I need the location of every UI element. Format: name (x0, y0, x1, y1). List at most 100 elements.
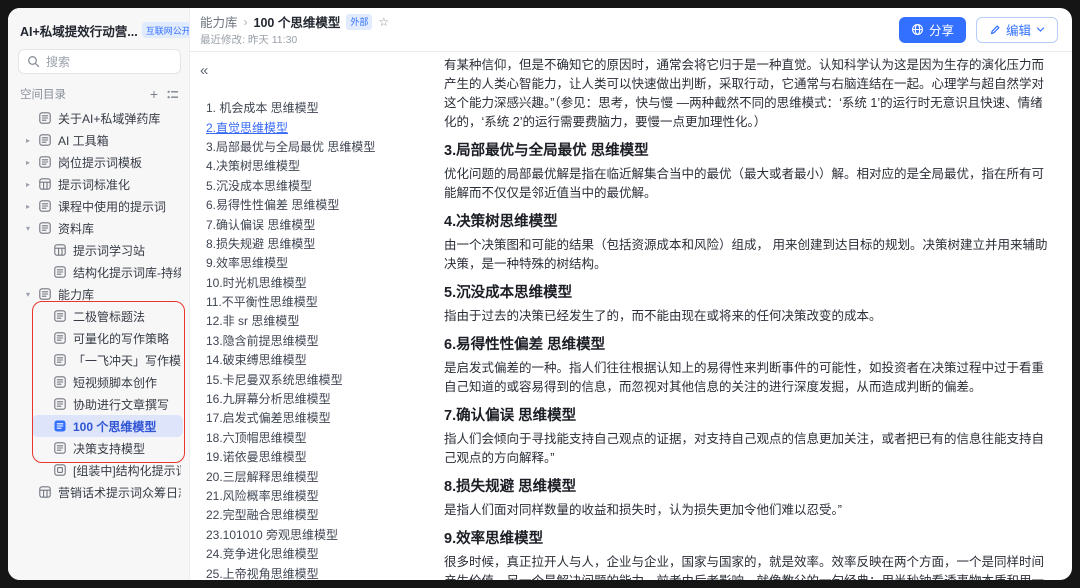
toc-item[interactable]: 14.破束缚思维模型 (200, 350, 444, 369)
sidebar-item[interactable]: 决策支持模型 (18, 437, 181, 459)
document-content: 有某种信仰，但是不确知它的原因时，通常会将它归于是一种直觉。认知科学认为这是因为… (444, 52, 1072, 580)
chevron-down-icon[interactable]: ▾ (26, 224, 38, 233)
section-heading: 6.易得性性偏差 思维模型 (444, 335, 1048, 355)
table-icon (38, 485, 52, 499)
sidebar-item-label: 营销话术提示词众筹日志 (58, 484, 181, 501)
doc-icon (53, 265, 67, 279)
doc-icon (53, 397, 67, 411)
toc-item[interactable]: 10.时光机思维模型 (200, 273, 444, 292)
toc-item[interactable]: 23.101010 旁观思维模型 (200, 525, 444, 544)
section-heading: 5.沉没成本思维模型 (444, 283, 1048, 303)
sidebar-item[interactable]: ▸AI 工具箱 (18, 129, 181, 151)
sidebar: AI+私域提效行动营... 互联网公开 ▼ 空间目录 + (8, 8, 190, 580)
section-heading: 4.决策树思维模型 (444, 212, 1048, 232)
chevron-right-icon[interactable]: ▸ (26, 136, 38, 145)
search-input[interactable] (46, 55, 172, 69)
table-icon (38, 177, 52, 191)
section-paragraph: 由一个决策图和可能的结果（包括资源成本和风险）组成， 用来创建到达目标的规划。决… (444, 236, 1048, 274)
toc-item[interactable]: 5.沉没成本思维模型 (200, 176, 444, 195)
sidebar-item[interactable]: 「一飞冲天」写作模型 (18, 349, 181, 371)
sidebar-item[interactable]: ▸课程中使用的提示词 (18, 195, 181, 217)
sidebar-item[interactable]: 短视频脚本创作 (18, 371, 181, 393)
breadcrumb-current[interactable]: 100 个思维模型 (254, 12, 341, 31)
sidebar-item[interactable]: ▸ 岗位提示词模板 (18, 151, 181, 173)
toc-item[interactable]: 13.隐含前提思维模型 (200, 331, 444, 350)
doc-icon (53, 441, 67, 455)
widget-icon (53, 463, 67, 477)
toc-item[interactable]: 9.效率思维模型 (200, 253, 444, 272)
chevron-right-icon[interactable]: ▸ (26, 180, 38, 189)
sidebar-item-label: 岗位提示词模板 (58, 154, 142, 171)
search-icon (27, 55, 40, 68)
toc-item[interactable]: 3.局部最优与全局最优 思维模型 (200, 137, 444, 156)
sidebar-item[interactable]: 营销话术提示词众筹日志 (18, 481, 181, 503)
doc-icon (53, 353, 67, 367)
toc-item[interactable]: 8.损失规避 思维模型 (200, 234, 444, 253)
sidebar-item[interactable]: ▾ 能力库 (18, 283, 181, 305)
workspace-header[interactable]: AI+私域提效行动营... 互联网公开 ▼ (18, 20, 181, 40)
toc-item[interactable]: 16.九屏幕分析思维模型 (200, 389, 444, 408)
sidebar-item-label: 资料库 (58, 220, 94, 237)
toc-item[interactable]: 25.上帝视角思维模型 (200, 563, 444, 580)
toc-item[interactable]: 7.确认偏误 思维模型 (200, 214, 444, 233)
breadcrumb-parent[interactable]: 能力库 (200, 12, 238, 31)
sidebar-item-label: 结构化提示词库-持续更新 (73, 264, 181, 281)
sidebar-item[interactable]: 协助进行文章撰写 (18, 393, 181, 415)
share-button[interactable]: 分享 (899, 17, 966, 43)
toc-item[interactable]: 22.完型融合思维模型 (200, 505, 444, 524)
intro-paragraph: 有某种信仰，但是不确知它的原因时，通常会将它归于是一种直觉。认知科学认为这是因为… (444, 56, 1048, 132)
chevron-right-icon[interactable]: ▸ (26, 158, 38, 167)
sidebar-item-label: [组装中]结构化提示词组装器 (73, 462, 181, 479)
chevron-down-icon[interactable]: ▾ (26, 290, 38, 299)
sidebar-item[interactable]: 二极管标题法 (18, 305, 181, 327)
sidebar-item[interactable]: ▸提示词标准化 (18, 173, 181, 195)
edit-button-label: 编辑 (1006, 20, 1031, 39)
toc-item[interactable]: 20.三层解释思维模型 (200, 466, 444, 485)
sidebar-item-label: 协助进行文章撰写 (73, 396, 169, 413)
sidebar-item[interactable]: 100 个思维模型 (18, 415, 181, 437)
collapse-toc-icon[interactable]: « (200, 62, 220, 82)
sidebar-item[interactable]: 结构化提示词库-持续更新 (18, 261, 181, 283)
toc-item[interactable]: 11.不平衡性思维模型 (200, 292, 444, 311)
sidebar-item[interactable]: 可量化的写作策略 (18, 327, 181, 349)
sidebar-item[interactable]: 提示词学习站 (18, 239, 181, 261)
doc-icon (53, 375, 67, 389)
search-box[interactable] (18, 49, 181, 74)
toc-item[interactable]: 19.诺依曼思维模型 (200, 447, 444, 466)
chevron-right-icon[interactable]: ▸ (26, 202, 38, 211)
section-paragraph: 指人们会倾向于寻找能支持自己观点的证据，对支持自己观点的信息更加关注，或者把已有… (444, 430, 1048, 468)
star-icon[interactable]: ☆ (378, 15, 389, 29)
display-settings-icon[interactable] (166, 88, 179, 101)
sidebar-item[interactable]: 关于AI+私域弹药库 (18, 107, 181, 129)
toc-item[interactable]: 18.六顶帽思维模型 (200, 428, 444, 447)
toc-item[interactable]: 12.非 sr 思维模型 (200, 311, 444, 330)
toc-item[interactable]: 4.决策树思维模型 (200, 156, 444, 175)
section-heading: 8.损失规避 思维模型 (444, 477, 1048, 497)
external-badge: 外部 (346, 14, 372, 30)
doc-icon (38, 221, 52, 235)
space-directory-label: 空间目录 (20, 86, 66, 102)
space-directory-header: 空间目录 + (18, 85, 181, 103)
toc-item[interactable]: 21.风险概率思维模型 (200, 486, 444, 505)
sidebar-item[interactable]: ▾ 资料库 (18, 217, 181, 239)
toc-item[interactable]: 24.竞争进化思维模型 (200, 544, 444, 563)
globe-icon (911, 23, 924, 36)
doc-icon (53, 331, 67, 345)
sidebar-tree: 关于AI+私域弹药库▸AI 工具箱▸岗位提示词模板▸提示词标准化▸课程中使用的提… (18, 107, 181, 503)
toc-item[interactable]: 2.直觉思维模型 (200, 117, 444, 136)
sidebar-item-label: 可量化的写作策略 (73, 330, 169, 347)
sidebar-item-label: 短视频脚本创作 (73, 374, 157, 391)
edit-button[interactable]: 编辑 (976, 17, 1058, 43)
breadcrumb: 能力库 › 100 个思维模型 外部 ☆ (200, 12, 389, 31)
section-paragraph: 是指人们面对同样数量的收益和损失时，认为损失更加令他们难以忍受。” (444, 501, 1048, 520)
sidebar-item-label: 能力库 (58, 286, 94, 303)
section-heading: 7.确认偏误 思维模型 (444, 406, 1048, 426)
doc-icon (38, 199, 52, 213)
toc-item[interactable]: 1. 机会成本 思维模型 (200, 98, 444, 117)
add-page-icon[interactable]: + (150, 87, 158, 101)
share-button-label: 分享 (929, 20, 954, 39)
toc-item[interactable]: 17.启发式偏差思维模型 (200, 408, 444, 427)
toc-item[interactable]: 6.易得性性偏差 思维模型 (200, 195, 444, 214)
sidebar-item[interactable]: [组装中]结构化提示词组装器 (18, 459, 181, 481)
toc-item[interactable]: 15.卡尼曼双系统思维模型 (200, 369, 444, 388)
